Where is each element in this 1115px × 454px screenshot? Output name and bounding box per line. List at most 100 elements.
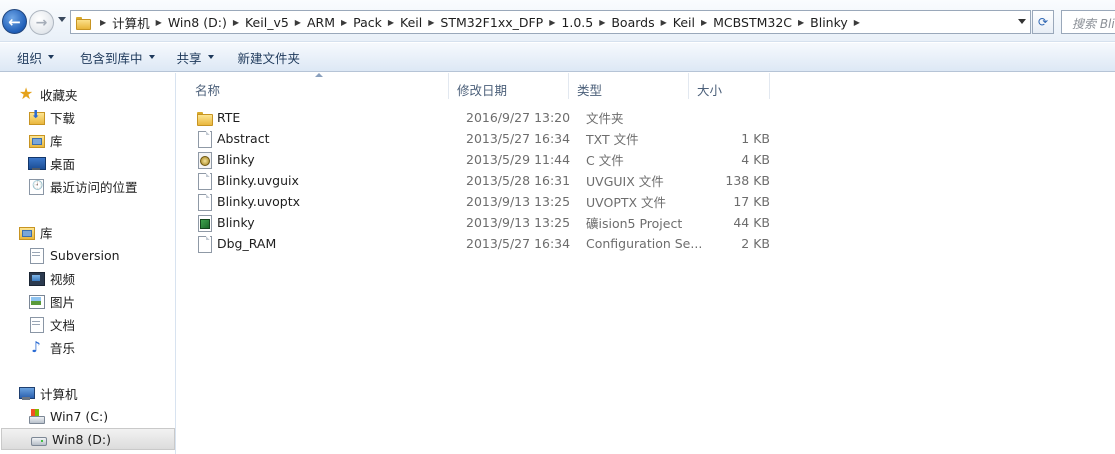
chevron-right-icon[interactable]: ▶ bbox=[428, 18, 434, 27]
breadcrumb-item[interactable]: Keil bbox=[400, 15, 422, 30]
nav-label: 图片 bbox=[50, 294, 76, 310]
column-header-date[interactable]: 修改日期 bbox=[449, 73, 569, 99]
address-history-dropdown[interactable] bbox=[1018, 19, 1026, 24]
column-label: 大小 bbox=[697, 83, 723, 98]
folder-icon bbox=[76, 16, 91, 30]
share-button[interactable]: 共享 bbox=[168, 46, 223, 68]
chevron-down-icon bbox=[48, 55, 55, 59]
column-header-size[interactable]: 大小 bbox=[689, 73, 770, 99]
back-button[interactable]: ← bbox=[2, 9, 27, 34]
chevron-right-icon[interactable]: ▶ bbox=[341, 18, 347, 27]
breadcrumb-item[interactable]: Keil bbox=[673, 15, 695, 30]
file-type: UVGUIX 文件 bbox=[586, 174, 664, 189]
file-name: Blinky bbox=[217, 152, 255, 167]
file-date: 2016/9/27 13:20 bbox=[466, 110, 571, 125]
recent-pages-dropdown[interactable] bbox=[58, 17, 66, 22]
chevron-right-icon[interactable]: ▶ bbox=[661, 18, 667, 27]
nav-drive-c[interactable]: Win7 (C:) bbox=[0, 405, 176, 427]
file-icon bbox=[196, 172, 212, 190]
nav-music[interactable]: ♪ 音乐 bbox=[0, 336, 176, 358]
chevron-right-icon[interactable]: ▶ bbox=[599, 18, 605, 27]
file-name: Dbg_RAM bbox=[217, 236, 277, 251]
video-icon bbox=[28, 270, 45, 286]
column-header-type[interactable]: 类型 bbox=[569, 73, 689, 99]
address-bar-row: ← → ▶ 计算机 ▶ Win8 (D:) ▶ Keil_v5 ▶ ARM ▶ … bbox=[0, 0, 1115, 42]
forward-button[interactable]: → bbox=[29, 10, 54, 35]
picture-icon bbox=[28, 293, 45, 309]
chevron-right-icon[interactable]: ▶ bbox=[854, 18, 860, 27]
nav-downloads[interactable]: 下载 bbox=[0, 106, 176, 128]
subversion-icon bbox=[28, 247, 44, 264]
file-date: 2013/5/27 16:34 bbox=[466, 236, 571, 251]
recent-places-icon bbox=[28, 178, 44, 195]
include-in-library-button[interactable]: 包含到库中 bbox=[71, 46, 164, 68]
nav-documents[interactable]: 文档 bbox=[0, 313, 176, 335]
nav-recent-places[interactable]: 最近访问的位置 bbox=[0, 175, 176, 197]
file-row[interactable]: Blinky 2013/5/29 11:44 C 文件 4 KB bbox=[187, 149, 770, 170]
nav-drive-d[interactable]: Win8 (D:) bbox=[1, 428, 175, 450]
nav-label: Win8 (D:) bbox=[52, 431, 111, 447]
file-row[interactable]: RTE 2016/9/27 13:20 文件夹 bbox=[187, 107, 770, 128]
file-date: 2013/5/29 11:44 bbox=[466, 152, 571, 167]
nav-videos[interactable]: 视频 bbox=[0, 267, 176, 289]
breadcrumb-item[interactable]: 计算机 bbox=[112, 13, 150, 32]
nav-libraries[interactable]: 库 bbox=[0, 221, 176, 243]
downloads-folder-icon bbox=[28, 108, 45, 125]
star-icon: ★ bbox=[18, 84, 34, 103]
nav-label: 收藏夹 bbox=[40, 87, 78, 103]
nav-pictures[interactable]: 图片 bbox=[0, 290, 176, 312]
file-icon bbox=[196, 235, 212, 253]
c-file-icon bbox=[196, 151, 212, 169]
refresh-button[interactable]: ⟳ bbox=[1032, 10, 1054, 34]
organize-menu-button[interactable]: 组织 bbox=[8, 46, 63, 68]
file-row[interactable]: Blinky.uvguix 2013/5/28 16:31 UVGUIX 文件 … bbox=[187, 170, 770, 191]
file-row[interactable]: Blinky 2013/9/13 13:25 礦ision5 Project 4… bbox=[187, 212, 770, 233]
file-name: RTE bbox=[217, 110, 241, 125]
nav-favorites[interactable]: ★ 收藏夹 bbox=[0, 83, 176, 105]
file-name: Abstract bbox=[217, 131, 270, 146]
column-header-name[interactable]: 名称 bbox=[187, 73, 449, 99]
file-size: 138 KB bbox=[725, 173, 770, 188]
chevron-right-icon[interactable]: ▶ bbox=[388, 18, 394, 27]
breadcrumb-item[interactable]: MCBSTM32C bbox=[713, 15, 792, 30]
file-type: 文件夹 bbox=[586, 111, 624, 126]
file-size: 4 KB bbox=[741, 152, 770, 167]
chevron-right-icon[interactable]: ▶ bbox=[798, 18, 804, 27]
breadcrumb-item[interactable]: Keil_v5 bbox=[245, 15, 289, 30]
breadcrumb-item[interactable]: Boards bbox=[611, 15, 654, 30]
chevron-right-icon[interactable]: ▶ bbox=[549, 18, 555, 27]
new-folder-button[interactable]: 新建文件夹 bbox=[229, 46, 310, 68]
breadcrumb-item[interactable]: Win8 (D:) bbox=[168, 15, 227, 30]
file-type: C 文件 bbox=[586, 153, 624, 168]
breadcrumb-item[interactable]: Blinky bbox=[810, 15, 848, 30]
nav-computer[interactable]: 计算机 bbox=[0, 382, 176, 404]
breadcrumb-item[interactable]: 1.0.5 bbox=[561, 15, 593, 30]
file-date: 2013/9/13 13:25 bbox=[466, 194, 571, 209]
file-row[interactable]: Abstract 2013/5/27 16:34 TXT 文件 1 KB bbox=[187, 128, 770, 149]
breadcrumb-item[interactable]: Pack bbox=[353, 15, 382, 30]
search-input[interactable]: 搜索 Bli bbox=[1061, 10, 1115, 34]
file-row[interactable]: Dbg_RAM 2013/5/27 16:34 Configuration Se… bbox=[187, 233, 770, 254]
sort-ascending-icon bbox=[315, 73, 323, 77]
chevron-right-icon[interactable]: ▶ bbox=[100, 18, 106, 27]
chevron-right-icon[interactable]: ▶ bbox=[233, 18, 239, 27]
file-size: 1 KB bbox=[741, 131, 770, 146]
address-bar[interactable]: ▶ 计算机 ▶ Win8 (D:) ▶ Keil_v5 ▶ ARM ▶ Pack… bbox=[70, 10, 1031, 34]
file-size: 2 KB bbox=[741, 236, 770, 251]
nav-label: Subversion bbox=[50, 247, 120, 263]
file-date: 2013/5/27 16:34 bbox=[466, 131, 571, 146]
nav-subversion[interactable]: Subversion bbox=[0, 244, 176, 266]
command-bar: 组织 包含到库中 共享 新建文件夹 bbox=[0, 43, 1115, 72]
file-row[interactable]: Blinky.uvoptx 2013/9/13 13:25 UVOPTX 文件 … bbox=[187, 191, 770, 212]
file-name: Blinky bbox=[217, 215, 255, 230]
chevron-right-icon[interactable]: ▶ bbox=[295, 18, 301, 27]
chevron-right-icon[interactable]: ▶ bbox=[701, 18, 707, 27]
nav-desktop[interactable]: 桌面 bbox=[0, 152, 176, 174]
breadcrumb-item[interactable]: STM32F1xx_DFP bbox=[440, 15, 543, 30]
column-label: 修改日期 bbox=[457, 83, 508, 98]
breadcrumb-item[interactable]: ARM bbox=[307, 15, 335, 30]
nav-library-favorite[interactable]: 库 bbox=[0, 129, 176, 151]
file-list-header: 名称 修改日期 类型 大小 bbox=[187, 73, 770, 99]
chevron-right-icon[interactable]: ▶ bbox=[156, 18, 162, 27]
nav-label: 库 bbox=[40, 225, 53, 241]
